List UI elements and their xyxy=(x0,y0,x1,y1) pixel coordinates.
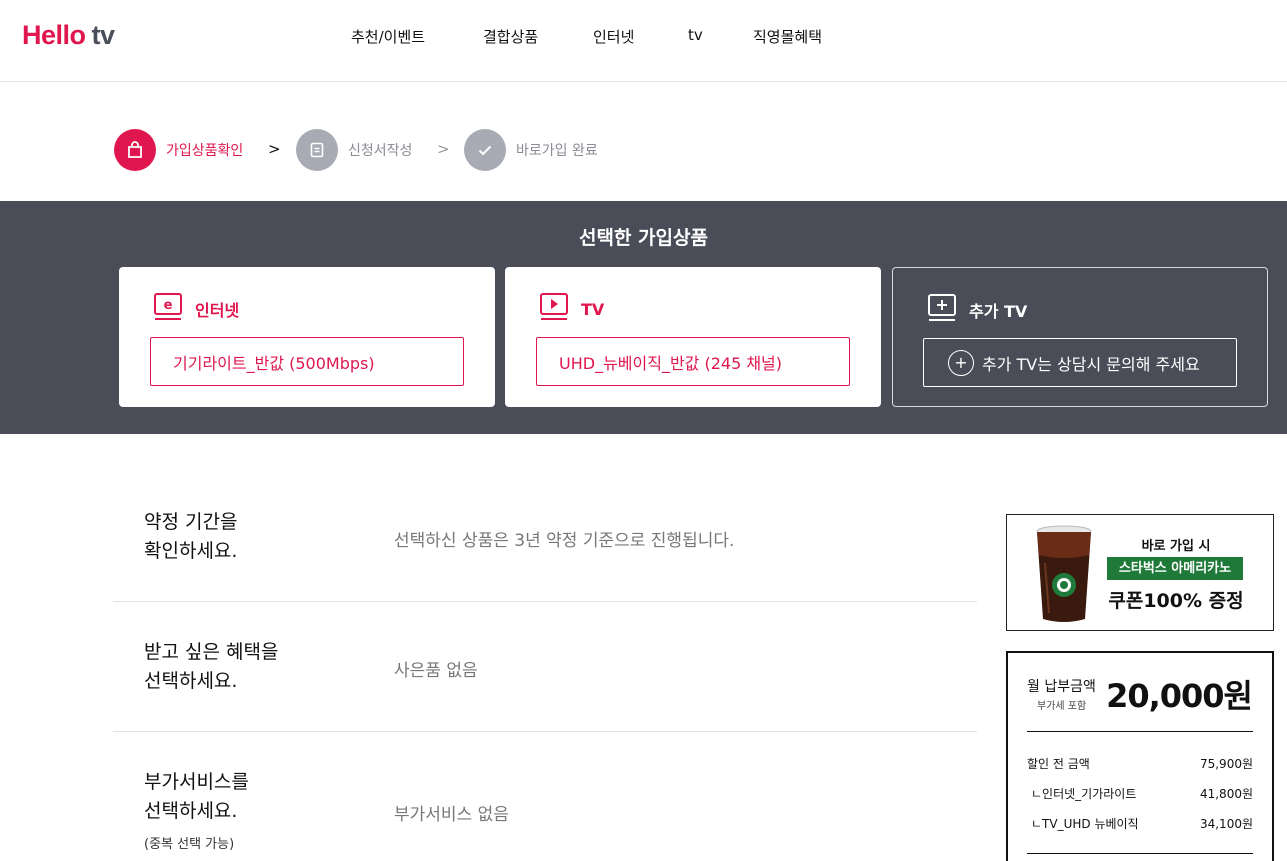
vat-included-note: 부가세 포함 xyxy=(1037,701,1087,712)
benefit-value[interactable]: 사은품 없음 xyxy=(394,656,478,681)
section-title: 약정 기간을 확인하세요. xyxy=(144,511,238,562)
monthly-total: 20,000원 xyxy=(1106,677,1253,715)
price-item-amount: 34,100원 xyxy=(1199,817,1253,831)
form-icon xyxy=(296,129,338,171)
benefit-section[interactable]: 받고 싶은 혜택을 선택하세요. 사은품 없음 xyxy=(113,638,977,730)
step-label: 바로가입 완료 xyxy=(516,143,598,159)
nav-item-internet[interactable]: 인터넷 xyxy=(593,26,634,47)
nav-item-tv[interactable]: tv xyxy=(688,26,703,44)
step-label: 가입상품확인 xyxy=(166,143,244,159)
plus-circle-icon: + xyxy=(948,349,974,376)
section-title: 부가서비스를 선택하세요. xyxy=(144,771,249,822)
starbucks-promo-banner[interactable]: 바로 가입 시 스타벅스 아메리카노 쿠폰100% 증정 xyxy=(1006,514,1274,631)
internet-label: 인터넷 xyxy=(195,301,240,320)
promo-badge: 스타벅스 아메리카노 xyxy=(1107,557,1243,580)
check-icon xyxy=(464,129,506,171)
contract-period-value: 선택하신 상품은 3년 약정 기준으로 진행됩니다. xyxy=(394,531,735,551)
tv-plus-icon xyxy=(927,294,957,326)
selected-products-panel: 선택한 가입상품 e 인터넷 기기라이트_반값 (500Mbps) TV UHD… xyxy=(0,201,1287,434)
chevron-right-icon: > xyxy=(268,140,281,158)
tv-card: TV UHD_뉴베이직_반값 (245 채널) xyxy=(505,267,881,407)
nav-item-bundle[interactable]: 결합상품 xyxy=(483,26,538,47)
chevron-right-icon: > xyxy=(437,140,450,158)
step-label: 신청서작성 xyxy=(348,143,413,159)
price-row: 할인 전 금액 75,900원 xyxy=(1027,755,1253,772)
monthly-price-summary: 월 납부금액 부가세 포함 20,000원 할인 전 금액 75,900원 ㄴ인… xyxy=(1006,651,1274,861)
divider xyxy=(1027,731,1253,732)
additional-tv-card: 추가 TV + 추가 TV는 상담시 문의해 주세요 xyxy=(892,267,1268,407)
logo-tv-text: tv xyxy=(91,20,116,50)
price-item-name: 할인 전 금액 xyxy=(1027,757,1090,771)
addon-service-section[interactable]: 부가서비스를 선택하세요. (중복 선택 가능) 부가서비스 없음 xyxy=(113,768,977,861)
hello-tv-logo[interactable]: Hello tv xyxy=(22,20,115,51)
shopping-bag-icon xyxy=(114,129,156,171)
price-item-amount: 75,900원 xyxy=(1199,757,1253,771)
addon-service-value[interactable]: 부가서비스 없음 xyxy=(394,800,509,825)
divider xyxy=(113,731,977,732)
panel-title: 선택한 가입상품 xyxy=(579,227,708,249)
monthly-payment-label: 월 납부금액 xyxy=(1027,679,1096,695)
tv-plan-box[interactable]: UHD_뉴베이직_반값 (245 채널) xyxy=(536,337,850,386)
price-item-amount: 41,800원 xyxy=(1199,787,1253,801)
section-title: 받고 싶은 혜택을 선택하세요. xyxy=(144,641,279,692)
price-row: ㄴ인터넷_기가라이트 41,800원 xyxy=(1027,785,1253,802)
divider xyxy=(1027,853,1253,854)
divider xyxy=(113,601,977,602)
price-row: ㄴTV_UHD 뉴베이직 34,100원 xyxy=(1027,815,1253,832)
promo-line-1: 바로 가입 시 xyxy=(1141,539,1211,554)
price-item-name: ㄴ인터넷_기가라이트 xyxy=(1031,787,1137,801)
price-item-name: ㄴTV_UHD 뉴베이직 xyxy=(1031,817,1139,831)
contract-period-section: 약정 기간을 확인하세요. 선택하신 상품은 3년 약정 기준으로 진행됩니다. xyxy=(113,508,977,600)
internet-card: e 인터넷 기기라이트_반값 (500Mbps) xyxy=(119,267,495,407)
svg-text:e: e xyxy=(164,298,173,313)
promo-line-3: 쿠폰100% 증정 xyxy=(1108,590,1244,612)
nav-item-direct-mall[interactable]: 직영몰혜택 xyxy=(753,26,822,47)
step-application-form: 신청서작성 xyxy=(296,129,412,171)
multi-select-note: (중복 선택 가능) xyxy=(144,837,235,852)
additional-tv-label: 추가 TV xyxy=(969,302,1028,321)
nav-item-recommend-event[interactable]: 추천/이벤트 xyxy=(351,26,425,47)
tv-play-icon xyxy=(539,293,569,325)
step-product-confirm: 가입상품확인 xyxy=(114,129,243,171)
step-join-complete: 바로가입 완료 xyxy=(464,129,598,171)
tv-label: TV xyxy=(581,299,605,319)
iced-coffee-image xyxy=(1033,523,1095,629)
internet-e-icon: e xyxy=(153,293,183,325)
additional-tv-button[interactable]: + 추가 TV는 상담시 문의해 주세요 xyxy=(923,338,1237,387)
internet-plan-box[interactable]: 기기라이트_반값 (500Mbps) xyxy=(150,337,464,386)
logo-hello-text: Hello xyxy=(22,20,86,50)
additional-tv-text: 추가 TV는 상담시 문의해 주세요 xyxy=(982,354,1200,374)
site-header: Hello tv 추천/이벤트 결합상품 인터넷 tv 직영몰혜택 xyxy=(0,0,1287,82)
